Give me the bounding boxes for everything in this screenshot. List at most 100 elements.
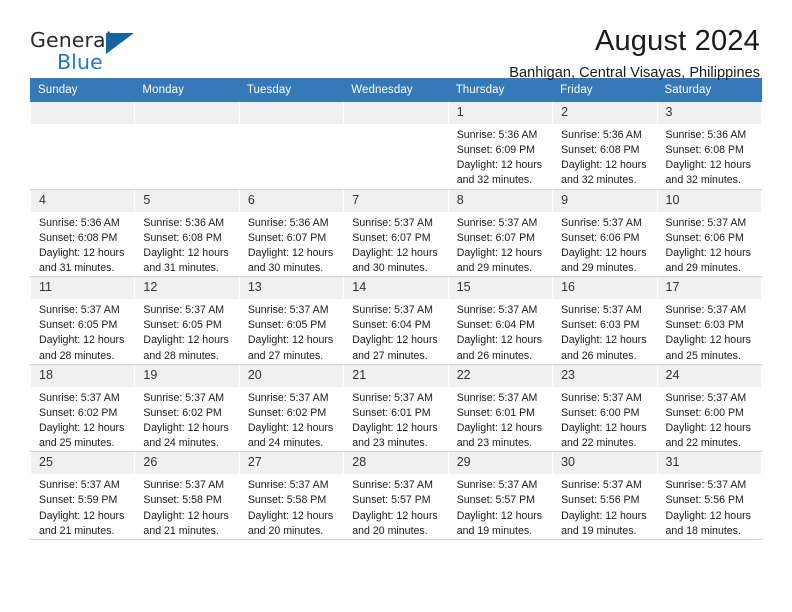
daylight-text-line2: and 25 minutes.: [665, 349, 741, 362]
daylight-text-line1: Daylight: 12 hours: [352, 421, 438, 434]
sunrise-text: Sunrise: 5:37 AM: [247, 479, 329, 492]
sun-details: Sunrise: 5:37 AM Sunset: 6:02 PM Daylight:…: [240, 387, 343, 452]
day-cell-inner: 14 Sunrise: 5:37 AM Sunset: 6:04 PM Dayligh…: [344, 277, 448, 364]
calendar-day-cell[interactable]: 29 Sunrise: 5:37 AM Sunset: 5:57 PM Dayligh…: [447, 451, 554, 540]
calendar-day-cell[interactable]: 27 Sunrise: 5:37 AM Sunset: 5:58 PM Dayligh…: [238, 451, 345, 540]
sunrise-text: Sunrise: 5:36 AM: [665, 129, 747, 141]
sun-details: Sunrise: 5:37 AM Sunset: 5:57 PM Daylight:…: [344, 474, 447, 539]
daylight-text-line2: and 26 minutes.: [456, 349, 533, 362]
day-number: 13: [239, 277, 344, 300]
calendar-day-cell[interactable]: 13 Sunrise: 5:37 AM Sunset: 6:05 PM Dayligh…: [238, 276, 345, 365]
day-cell-inner: 19 Sunrise: 5:37 AM Sunset: 6:02 PM Dayligh…: [135, 364, 239, 452]
sunset-text: Sunset: 6:03 PM: [561, 319, 640, 332]
day-cell-inner: 23 Sunrise: 5:37 AM Sunset: 6:00 PM Dayligh…: [553, 364, 657, 452]
sunset-text: Sunset: 6:02 PM: [39, 406, 118, 419]
sunset-text: Sunset: 6:07 PM: [456, 231, 536, 244]
calendar-day-cell[interactable]: 7 Sunrise: 5:37 AM Sunset: 6:07 PM Daylight…: [343, 189, 449, 278]
daylight-text-line2: and 32 minutes.: [665, 174, 741, 187]
day-cell-inner: 31 Sunrise: 5:37 AM Sunset: 5:56 PM Dayligh…: [657, 452, 761, 539]
calendar-day-cell[interactable]: 31 Sunrise: 5:37 AM Sunset: 5:56 PM Dayligh…: [656, 451, 763, 540]
daylight-text-line1: Daylight: 12 hours: [665, 509, 751, 522]
day-cell-inner: [31, 102, 135, 189]
sun-details: Sunrise: 5:37 AM Sunset: 5:57 PM Daylight:…: [449, 474, 552, 539]
calendar-day-cell[interactable]: 16 Sunrise: 5:37 AM Sunset: 6:03 PM Dayligh…: [552, 276, 658, 365]
daylight-text-line2: and 27 minutes.: [352, 349, 428, 362]
daylight-text-line1: Daylight: 12 hours: [352, 246, 438, 259]
logo-text-general: General: [30, 28, 112, 52]
calendar-day-cell[interactable]: 14 Sunrise: 5:37 AM Sunset: 6:04 PM Dayligh…: [343, 276, 449, 365]
day-number: 17: [657, 277, 761, 300]
calendar-day-cell[interactable]: 3 Sunrise: 5:36 AM Sunset: 6:08 PM Daylight…: [656, 101, 763, 190]
calendar-day-cell[interactable]: 26 Sunrise: 5:37 AM Sunset: 5:58 PM Dayligh…: [134, 451, 240, 540]
general-blue-logo[interactable]: General Blue: [30, 26, 150, 78]
daylight-text-line2: and 19 minutes.: [561, 524, 637, 537]
calendar-day-cell[interactable]: 6 Sunrise: 5:36 AM Sunset: 6:07 PM Daylight…: [238, 189, 345, 278]
day-number: [344, 102, 448, 124]
sunrise-text: Sunrise: 5:37 AM: [561, 479, 642, 492]
sunset-text: Sunset: 6:07 PM: [247, 231, 327, 244]
calendar-day-cell[interactable]: 1 Sunrise: 5:36 AM Sunset: 6:09 PM Daylight…: [447, 101, 554, 190]
calendar-day-cell[interactable]: 20 Sunrise: 5:37 AM Sunset: 6:02 PM Dayligh…: [238, 364, 345, 453]
sunrise-text: Sunrise: 5:37 AM: [665, 304, 747, 317]
sunrise-text: Sunrise: 5:37 AM: [39, 479, 120, 492]
daylight-text-line1: Daylight: 12 hours: [561, 334, 647, 347]
calendar-day-cell[interactable]: 19 Sunrise: 5:37 AM Sunset: 6:02 PM Dayligh…: [134, 364, 240, 453]
calendar-day-cell[interactable]: 12 Sunrise: 5:37 AM Sunset: 6:05 PM Dayligh…: [134, 276, 240, 365]
daylight-text-line1: Daylight: 12 hours: [456, 159, 543, 172]
sunset-text: Sunset: 6:08 PM: [561, 144, 640, 157]
sun-details: Sunrise: 5:37 AM Sunset: 6:07 PM Daylight:…: [344, 212, 447, 277]
day-cell-inner: [239, 102, 344, 189]
calendar-day-cell[interactable]: 17 Sunrise: 5:37 AM Sunset: 6:03 PM Dayligh…: [656, 276, 763, 365]
calendar-day-cell[interactable]: 23 Sunrise: 5:37 AM Sunset: 6:00 PM Dayligh…: [552, 364, 658, 453]
calendar-day-cell[interactable]: 25 Sunrise: 5:37 AM Sunset: 5:59 PM Dayligh…: [29, 451, 136, 540]
calendar-day-cell[interactable]: 24 Sunrise: 5:37 AM Sunset: 6:00 PM Dayligh…: [656, 364, 763, 453]
daylight-text-line2: and 23 minutes.: [352, 437, 428, 450]
day-number: 20: [239, 364, 344, 387]
weekday-header-thursday: Thursday: [447, 78, 554, 102]
calendar-day-cell[interactable]: 22 Sunrise: 5:37 AM Sunset: 6:01 PM Dayligh…: [447, 364, 554, 453]
sunset-text: Sunset: 6:07 PM: [352, 231, 431, 244]
calendar-day-cell[interactable]: 11 Sunrise: 5:37 AM Sunset: 6:05 PM Dayligh…: [29, 276, 136, 365]
calendar-day-cell[interactable]: 10 Sunrise: 5:37 AM Sunset: 6:06 PM Dayligh…: [656, 189, 763, 278]
day-number: 12: [135, 277, 239, 300]
day-number: 1: [448, 102, 553, 124]
sun-details: Sunrise: 5:36 AM Sunset: 6:08 PM Daylight:…: [31, 212, 134, 277]
calendar-day-cell[interactable]: 8 Sunrise: 5:37 AM Sunset: 6:07 PM Daylight…: [447, 189, 554, 278]
calendar-day-cell[interactable]: 9 Sunrise: 5:37 AM Sunset: 6:06 PM Daylight…: [552, 189, 658, 278]
sunset-text: Sunset: 6:01 PM: [456, 406, 536, 419]
daylight-text-line2: and 28 minutes.: [143, 349, 219, 362]
sunset-text: Sunset: 6:01 PM: [352, 406, 431, 419]
sunrise-text: Sunrise: 5:37 AM: [143, 479, 225, 492]
calendar-day-cell[interactable]: 15 Sunrise: 5:37 AM Sunset: 6:04 PM Dayligh…: [447, 276, 554, 365]
sunrise-text: Sunrise: 5:36 AM: [561, 129, 642, 141]
sunset-text: Sunset: 6:08 PM: [39, 231, 118, 244]
day-cell-inner: 12 Sunrise: 5:37 AM Sunset: 6:05 PM Dayligh…: [135, 277, 239, 364]
calendar-day-cell[interactable]: 30 Sunrise: 5:37 AM Sunset: 5:56 PM Dayligh…: [552, 451, 658, 540]
daylight-text-line2: and 32 minutes.: [561, 174, 637, 187]
calendar-day-cell[interactable]: 4 Sunrise: 5:36 AM Sunset: 6:08 PM Daylight…: [29, 189, 136, 278]
calendar-day-cell[interactable]: 28 Sunrise: 5:37 AM Sunset: 5:57 PM Dayligh…: [343, 451, 449, 540]
day-cell-inner: 30 Sunrise: 5:37 AM Sunset: 5:56 PM Dayligh…: [553, 452, 657, 539]
sunrise-text: Sunrise: 5:37 AM: [352, 479, 433, 492]
calendar-week-row: 25 Sunrise: 5:37 AM Sunset: 5:59 PM Dayligh…: [29, 451, 763, 540]
sun-details: Sunrise: 5:37 AM Sunset: 6:05 PM Daylight:…: [135, 299, 238, 364]
sun-details: Sunrise: 5:36 AM Sunset: 6:07 PM Daylight:…: [240, 212, 343, 277]
sunrise-text: Sunrise: 5:37 AM: [561, 216, 642, 229]
day-number: [31, 102, 135, 124]
sunset-text: Sunset: 5:59 PM: [39, 494, 118, 507]
calendar-day-cell[interactable]: 5 Sunrise: 5:36 AM Sunset: 6:08 PM Daylight…: [134, 189, 240, 278]
daylight-text-line1: Daylight: 12 hours: [561, 159, 647, 172]
calendar-day-cell[interactable]: 21 Sunrise: 5:37 AM Sunset: 6:01 PM Dayligh…: [343, 364, 449, 453]
calendar-day-cell[interactable]: 18 Sunrise: 5:37 AM Sunset: 6:02 PM Dayligh…: [29, 364, 136, 453]
sunset-text: Sunset: 6:09 PM: [456, 144, 536, 157]
sun-details: Sunrise: 5:37 AM Sunset: 6:06 PM Daylight:…: [658, 212, 761, 277]
day-cell-inner: [344, 102, 448, 189]
day-cell-inner: 18 Sunrise: 5:37 AM Sunset: 6:02 PM Dayligh…: [31, 364, 135, 452]
sun-details: Sunrise: 5:37 AM Sunset: 6:00 PM Daylight:…: [658, 387, 761, 452]
sun-details: Sunrise: 5:37 AM Sunset: 6:02 PM Daylight:…: [135, 387, 238, 452]
calendar-day-cell[interactable]: 2 Sunrise: 5:36 AM Sunset: 6:08 PM Daylight…: [552, 101, 658, 190]
sun-details: Sunrise: 5:37 AM Sunset: 6:04 PM Daylight:…: [449, 299, 552, 364]
day-cell-inner: 24 Sunrise: 5:37 AM Sunset: 6:00 PM Dayligh…: [657, 364, 761, 452]
calendar-week-row: 4 Sunrise: 5:36 AM Sunset: 6:08 PM Daylight…: [29, 189, 763, 278]
weekday-header-tuesday: Tuesday: [238, 78, 345, 102]
